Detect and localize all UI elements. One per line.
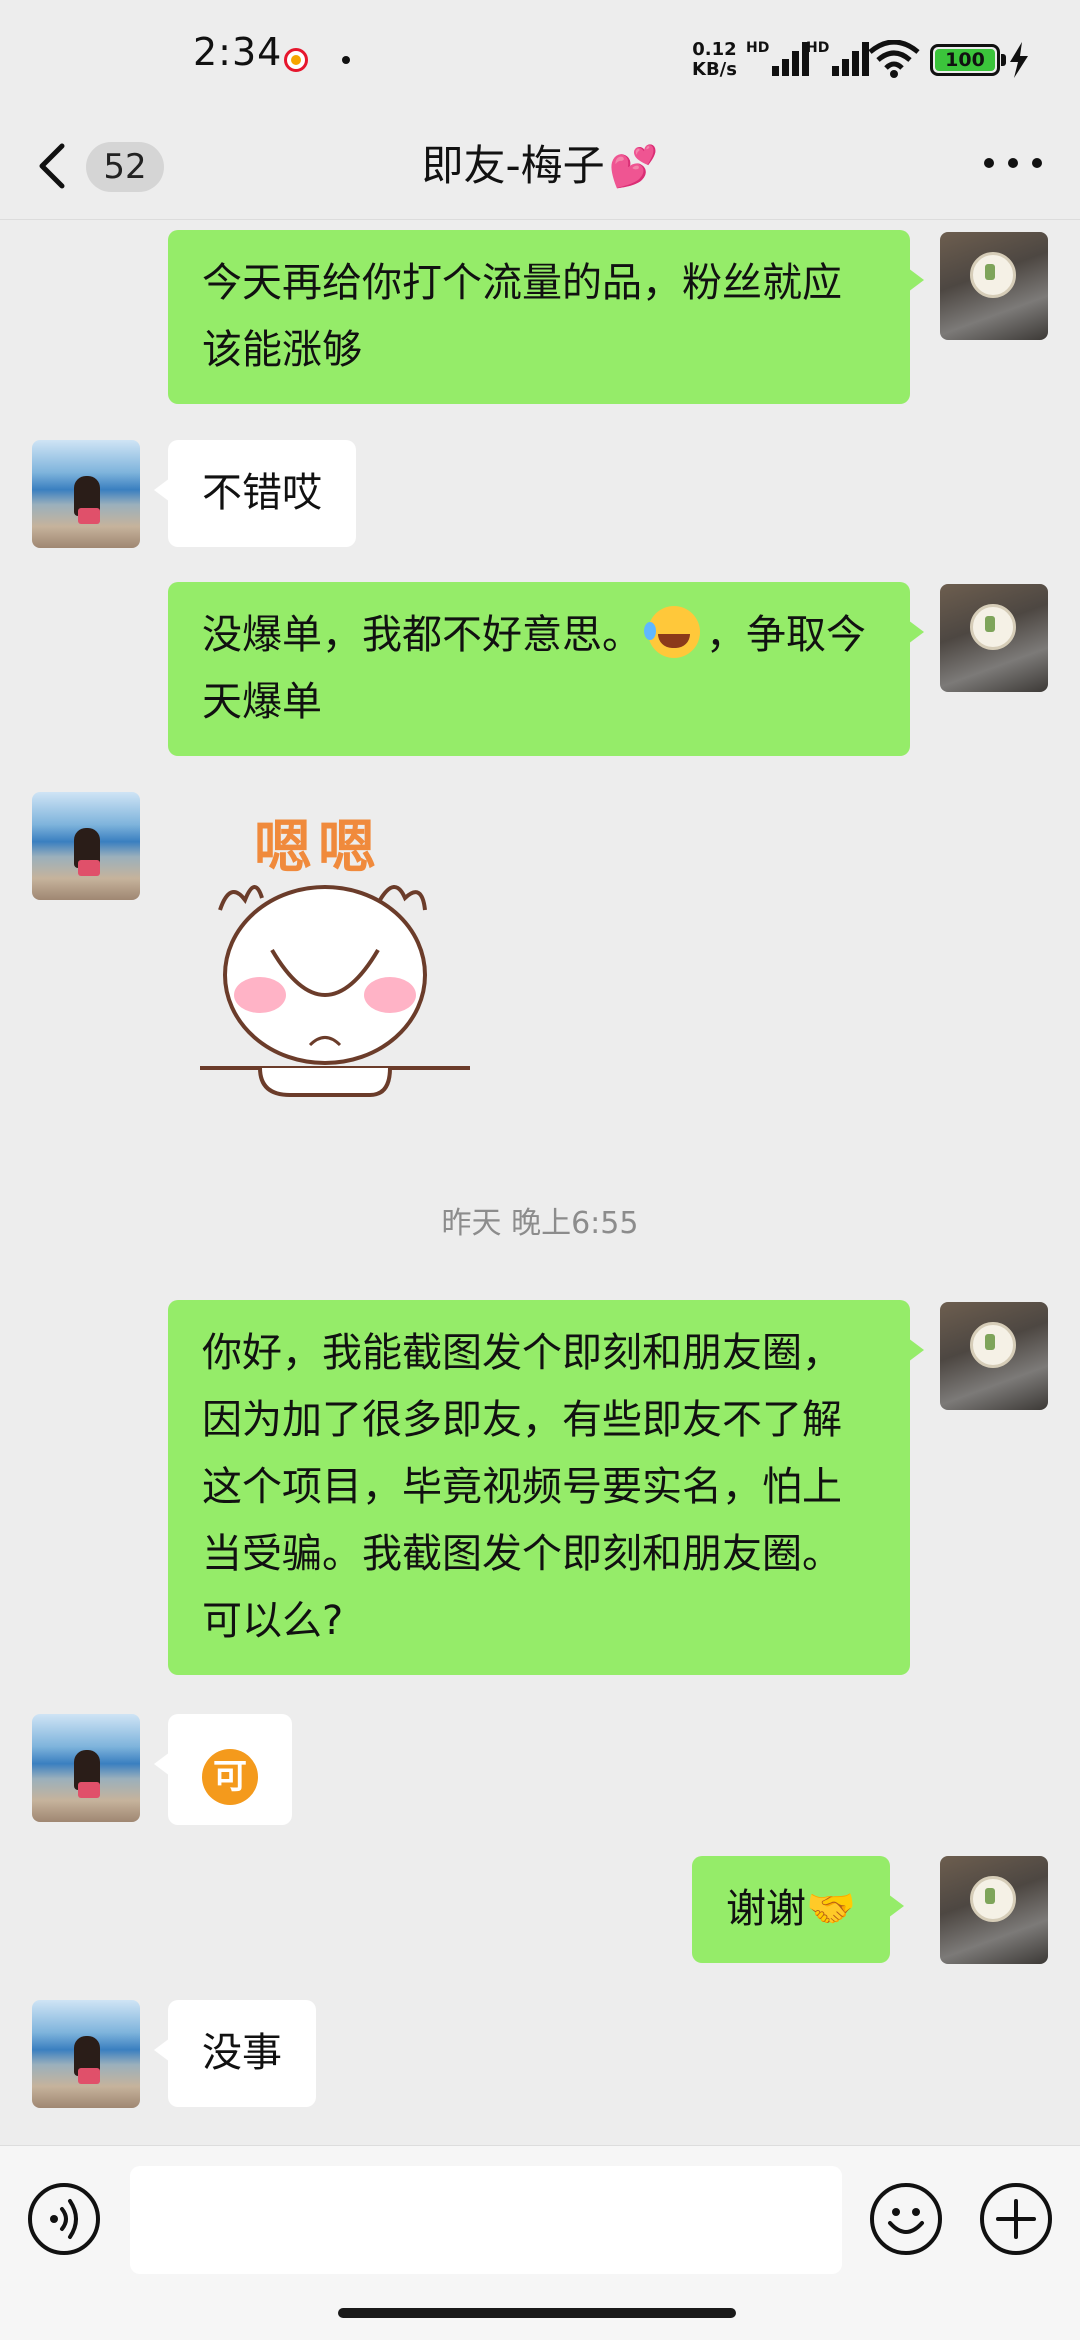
my-avatar[interactable]	[940, 584, 1048, 692]
home-indicator[interactable]	[338, 2308, 736, 2318]
my-avatar[interactable]	[940, 232, 1048, 340]
friend-avatar[interactable]	[32, 1714, 140, 1822]
message-bubble[interactable]: 谢谢🤝	[692, 1856, 904, 1963]
battery-level: 100	[935, 49, 995, 71]
chat-title-text: 即友-梅子	[421, 141, 605, 190]
message-bubble[interactable]: 没爆单，我都不好意思。 ，争取今天爆单	[168, 582, 924, 756]
friend-avatar[interactable]	[32, 792, 140, 900]
approve-badge-icon: 可	[202, 1749, 258, 1805]
network-speed: 0.12 KB/s	[692, 40, 737, 80]
more-dot-icon	[1008, 158, 1018, 168]
status-time: 2:34	[193, 30, 283, 74]
message-text: 没爆单，我都不好意思。	[202, 612, 642, 658]
more-functions-button[interactable]	[980, 2183, 1052, 2255]
input-bar	[0, 2145, 1080, 2340]
message-input[interactable]	[130, 2166, 842, 2274]
friend-avatar[interactable]	[32, 2000, 140, 2108]
more-options-button[interactable]	[984, 148, 1044, 178]
emoji-button[interactable]	[870, 2183, 942, 2255]
chat-header: 52 即友-梅子 💕	[0, 110, 1080, 220]
network-speed-value: 0.12	[692, 39, 737, 60]
smiley-face-icon	[888, 2208, 924, 2234]
battery-icon: 100	[930, 44, 1006, 76]
two-hearts-icon: 💕	[608, 144, 659, 190]
message-bubble[interactable]: 今天再给你打个流量的品，粉丝就应该能涨够	[168, 230, 924, 404]
message-text: 今天再给你打个流量的品，粉丝就应该能涨够	[202, 260, 842, 373]
status-bar: 2:34 0.12 KB/s HD HD 100	[0, 0, 1080, 110]
message-bubble[interactable]: 不错哎	[154, 440, 356, 547]
more-dot-icon	[1032, 158, 1042, 168]
chat-title: 即友-梅子 💕	[0, 132, 1080, 193]
weibo-notification-icon	[284, 48, 308, 72]
message-bubble[interactable]: 可	[154, 1714, 292, 1825]
message-text: 不错哎	[202, 470, 322, 516]
more-dot-icon	[984, 158, 994, 168]
signal-strength-2-icon: HD	[806, 40, 876, 76]
voice-input-button[interactable]	[28, 2183, 100, 2255]
message-bubble[interactable]: 没事	[154, 2000, 316, 2107]
voice-icon	[50, 2199, 78, 2239]
message-text: 谢谢	[726, 1886, 806, 1932]
network-speed-unit: KB/s	[692, 59, 737, 80]
message-text: 没事	[202, 2030, 282, 2076]
handshake-emoji-icon: 🤝	[806, 1886, 856, 1932]
message-timestamp: 昨天 晚上6:55	[441, 1206, 639, 1241]
my-avatar[interactable]	[940, 1856, 1048, 1964]
friend-avatar[interactable]	[32, 440, 140, 548]
notification-dot-icon	[342, 56, 350, 64]
laughing-crying-emoji-icon	[644, 606, 700, 658]
message-text: 你好，我能截图发个即刻和朋友圈，因为加了很多即友，有些即友不了解这个项目，毕竟视…	[202, 1330, 842, 1644]
my-avatar[interactable]	[940, 1302, 1048, 1410]
sticker-image[interactable]: 嗯嗯	[200, 800, 480, 1130]
charging-bolt-icon	[1010, 42, 1028, 78]
smiling-baby-sticker-icon	[200, 885, 470, 1097]
message-bubble[interactable]: 你好，我能截图发个即刻和朋友圈，因为加了很多即友，有些即友不了解这个项目，毕竟视…	[168, 1300, 924, 1675]
plus-icon	[996, 2199, 1036, 2239]
message-list[interactable]: 今天再给你打个流量的品，粉丝就应该能涨够 不错哎 没爆单，我都不好意思。 ，争取今…	[0, 220, 1080, 2145]
wifi-icon	[868, 40, 920, 78]
